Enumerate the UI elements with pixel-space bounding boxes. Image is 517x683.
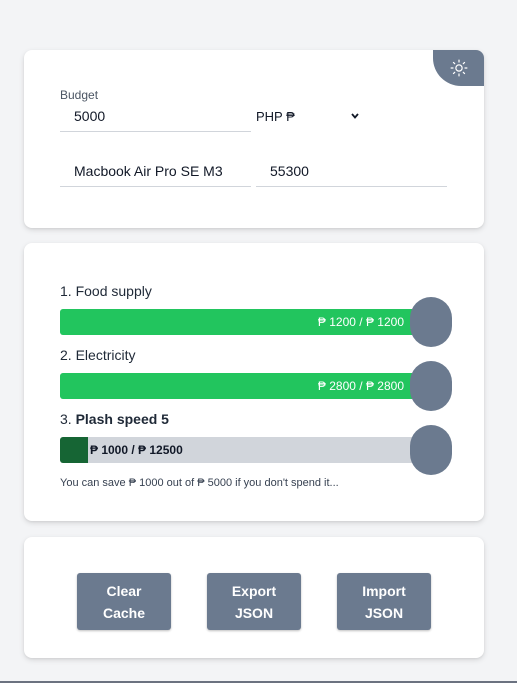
expense-toggle-button[interactable] — [410, 297, 452, 347]
expense-toggle-button[interactable] — [410, 425, 452, 475]
expense-progress-fill — [60, 437, 88, 463]
expense-progress-text: ₱ 1000 / ₱ 12500 — [90, 443, 183, 457]
expense-index: 1. — [60, 283, 72, 299]
expense-item-title: 1. Food supply — [60, 283, 152, 299]
sun-icon — [450, 59, 467, 77]
expenses-card: 1. Food supply ₱ 1200 / ₱ 1200 2. Electr… — [24, 243, 484, 521]
expense-item-title: 3. Plash speed 5 — [60, 411, 169, 427]
expense-progress-text: ₱ 2800 / ₱ 2800 — [317, 379, 404, 393]
item-price-input[interactable]: 55300 — [256, 159, 447, 187]
item-name-input[interactable]: Macbook Air Pro SE M3 — [60, 159, 251, 187]
actions-card: Clear Cache Export JSON Import JSON — [24, 537, 484, 658]
expense-progress-bar: ₱ 2800 / ₱ 2800 — [60, 373, 412, 399]
clear-cache-button[interactable]: Clear Cache — [77, 573, 171, 630]
export-json-button[interactable]: Export JSON — [207, 573, 301, 630]
expense-name: Electricity — [75, 347, 136, 363]
import-json-button[interactable]: Import JSON — [337, 573, 431, 630]
expense-progress-bar: ₱ 1200 / ₱ 1200 — [60, 309, 412, 335]
expense-name: Plash speed 5 — [75, 411, 169, 427]
currency-selected-value: PHP ₱ — [256, 108, 295, 124]
expense-progress-text: ₱ 1200 / ₱ 1200 — [317, 315, 404, 329]
chevron-down-icon — [351, 113, 359, 119]
currency-select[interactable]: PHP ₱ — [256, 104, 360, 128]
expense-item-title: 2. Electricity — [60, 347, 135, 363]
expense-toggle-button[interactable] — [410, 361, 452, 411]
budget-input[interactable]: 5000 — [60, 104, 251, 132]
theme-toggle-button[interactable] — [433, 50, 484, 86]
expense-index: 2. — [60, 347, 72, 363]
savings-note: You can save ₱ 1000 out of ₱ 5000 if you… — [60, 477, 339, 489]
expense-index: 3. — [60, 411, 72, 427]
expense-progress-bar: ₱ 1000 / ₱ 12500 — [60, 437, 412, 463]
expense-name: Food supply — [75, 283, 152, 299]
budget-label: Budget — [60, 88, 99, 102]
settings-card: Budget 5000 PHP ₱ Macbook Air Pro SE M3 … — [24, 50, 484, 228]
